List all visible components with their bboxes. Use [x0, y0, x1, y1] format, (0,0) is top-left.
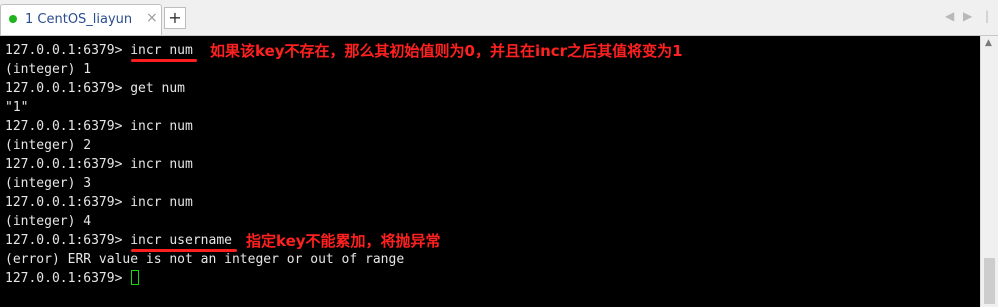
close-icon[interactable]: × — [146, 10, 158, 26]
terminal-line: (integer) 4 — [5, 214, 92, 229]
tab-bar: 1 CentOS_liayun × + ◀ ▶ | — [0, 0, 998, 36]
terminal-line: 127.0.0.1:6379> get num — [5, 81, 186, 96]
terminal-line: 127.0.0.1:6379> incr num — [5, 43, 193, 58]
terminal-line: (error) ERR value is not an integer or o… — [5, 252, 405, 267]
terminal-output[interactable]: 127.0.0.1:6379> incr num (integer) 1 127… — [0, 36, 980, 307]
scroll-tabs-right-icon[interactable]: ▶ — [963, 9, 972, 23]
connection-status-icon — [9, 15, 17, 23]
terminal-line: (integer) 3 — [5, 176, 92, 191]
terminal-line: 127.0.0.1:6379> incr num — [5, 195, 193, 210]
scroll-thumb[interactable] — [984, 258, 995, 304]
add-tab-button[interactable]: + — [164, 7, 186, 29]
terminal-prompt-line: 127.0.0.1:6379> — [5, 269, 140, 288]
annotation-note-2: 指定key不能累加，将抛异常 — [246, 232, 441, 250]
scroll-tabs-left-icon[interactable]: ◀ — [945, 9, 954, 23]
terminal-line: 127.0.0.1:6379> incr num — [5, 119, 193, 134]
annotation-underline — [131, 59, 197, 62]
tab-menu-icon[interactable]: | — [985, 9, 989, 23]
terminal-line: "1" — [5, 100, 29, 115]
terminal-line: (integer) 2 — [5, 138, 92, 153]
tab-label: 1 CentOS_liayun — [25, 12, 133, 27]
annotation-note-1: 如果该key不存在，那么其初始值则为0，并且在incr之后其值将变为1 — [210, 42, 683, 60]
terminal-cursor — [131, 270, 140, 285]
scroll-up-icon[interactable]: ▲ — [985, 38, 992, 48]
terminal-line: 127.0.0.1:6379> incr num — [5, 157, 193, 172]
tab-centos-liayun[interactable]: 1 CentOS_liayun × — [0, 4, 162, 35]
annotation-underline — [131, 249, 237, 252]
terminal-line: (integer) 1 — [5, 62, 92, 77]
terminal-prompt: 127.0.0.1:6379> — [5, 271, 131, 286]
terminal-line: 127.0.0.1:6379> incr username — [5, 233, 232, 248]
vertical-scrollbar[interactable]: ▲ — [980, 36, 998, 307]
